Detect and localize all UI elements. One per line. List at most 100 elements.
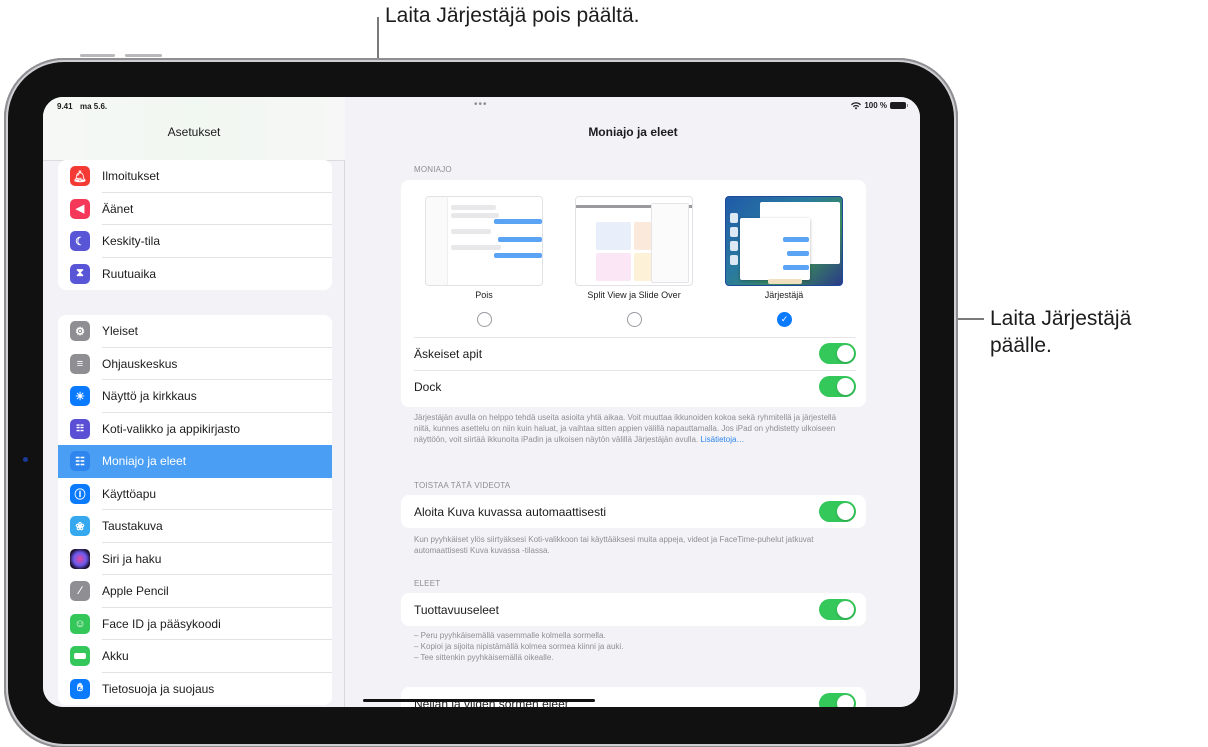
option-off-label: Pois [475,290,493,300]
toggle-row-dock: Dock [401,370,866,403]
multitasking-dots-button[interactable]: ••• [474,99,488,110]
gesture-hint: – Tee sittenkin pyyhkäisemällä oikealle. [414,653,554,662]
multitasking-footer: Järjestäjän avulla on helppo tehdä useit… [414,412,854,445]
sidebar-item-label: Face ID ja pääsykoodi [102,616,221,631]
status-time: 9.41 [57,102,73,111]
toggle-label: Tuottavuuseleet [414,603,499,617]
sidebar-item-screen-time[interactable]: ⧗ Ruutuaika [58,258,332,291]
sidebar-group-1: 🔔︎ Ilmoitukset ◀ Äänet ☾ Keskity-tila ⧗ … [58,160,332,290]
sidebar-item-label: Tietosuoja ja suojaus [102,681,215,696]
multitasking-footer-text: Järjestäjän avulla on helppo tehdä useit… [414,413,837,444]
sidebar-group-2: ⚙ Yleiset ≡ Ohjauskeskus ☀ Näyttö ja kir… [58,315,332,705]
section-header-video: TOISTAA TÄTÄ VIDEOTA [414,481,511,490]
sun-icon: ☀ [70,386,90,406]
gestures-footer: – Peru pyyhkäisemällä vasemmalle kolmell… [414,630,854,663]
sidebar-item-general[interactable]: ⚙ Yleiset [58,315,332,348]
flower-icon: ❀ [70,516,90,536]
productivity-gestures-toggle[interactable] [819,599,856,620]
sidebar-item-control-center[interactable]: ≡ Ohjauskeskus [58,348,332,380]
sidebar-item-label: Ohjauskeskus [102,356,178,371]
sidebar-item-label: Äänet [102,201,134,216]
learn-more-link[interactable]: Lisätietoja… [700,435,744,444]
thumbnail-stage-manager [725,196,843,286]
gestures-card: Tuottavuuseleet [401,593,866,626]
volume-down-button [125,54,162,57]
option-stage-manager-label: Järjestäjä [764,290,804,300]
battery-percent: 100 % [864,101,887,110]
sidebar-item-focus[interactable]: ☾ Keskity-tila [58,225,332,258]
four-five-finger-card: Neljän ja viiden sormen eleet [401,687,866,707]
sidebar-item-display[interactable]: ☀ Näyttö ja kirkkaus [58,380,332,413]
option-split-view-label: Split View ja Slide Over [587,290,681,300]
gesture-hint: – Peru pyyhkäisemällä vasemmalle kolmell… [414,631,606,640]
sidebar-item-sounds[interactable]: ◀ Äänet [58,193,332,225]
page-title: Moniajo ja eleet [588,125,678,139]
wifi-icon [851,101,862,109]
siri-icon [70,548,90,569]
home-indicator[interactable] [363,699,595,702]
section-header-gestures: ELEET [414,579,441,588]
pencil-icon: ∕ [70,581,90,601]
toggle-label: Dock [414,380,442,394]
sidebar-item-apple-pencil[interactable]: ∕ Apple Pencil [58,575,332,608]
sidebar-item-label: Koti-valikko ja appikirjasto [102,421,241,436]
option-off-radio[interactable] [477,312,492,327]
sidebar-item-label: Näyttö ja kirkkaus [102,389,197,403]
status-date: ma 5.6. [80,102,108,111]
pip-toggle[interactable] [819,501,856,522]
sidebar-item-label: Siri ja haku [102,551,162,566]
gesture-hint: – Kopioi ja sijoita nipistämällä kolmea … [414,642,624,651]
sidebar-item-face-id[interactable]: ☺ Face ID ja pääsykoodi [58,608,332,640]
toggle-row-pip: Aloita Kuva kuvassa automaattisesti [401,495,866,528]
sidebar-item-wallpaper[interactable]: ❀ Taustakuva [58,510,332,543]
toggle-row-productivity-gestures: Tuottavuuseleet [401,593,866,626]
sidebar-item-label: Apple Pencil [102,584,169,598]
toggle-row-recent-apps: Äskeiset apit [401,337,866,370]
sidebar-item-notifications[interactable]: 🔔︎ Ilmoitukset [58,160,332,193]
front-camera [23,457,28,462]
sidebar-item-label: Moniajo ja eleet [102,454,187,468]
sidebar-item-home-screen[interactable]: ☷ Koti-valikko ja appikirjasto [58,413,332,446]
sidebar-item-label: Keskity-tila [102,234,161,248]
dock-toggle[interactable] [819,376,856,397]
app-grid-icon: ☷ [70,418,90,439]
callout-turn-off: Laita Järjestäjä pois päältä. [385,4,640,27]
toggle-label: Äskeiset apit [414,347,483,361]
sidebar-item-label: Ruutuaika [102,266,157,281]
option-stage-manager-radio[interactable]: ✓ [777,312,792,327]
sidebar-item-battery[interactable]: Akku [58,640,332,673]
speaker-icon: ◀ [70,198,90,219]
divider [414,337,856,338]
detail-pane: ••• 100 % Moniajo ja eleet MONIAJO Pois … [346,97,920,707]
sidebar-item-label: Käyttöapu [102,486,157,501]
hourglass-icon: ⧗ [70,263,90,284]
sidebar-header: 9.41 ma 5.6. Asetukset [43,97,345,161]
faceid-icon: ☺ [70,613,90,634]
callout-turn-on-line1: Laita Järjestäjä [990,307,1132,330]
switches-icon: ≡ [70,353,90,374]
ipad-screen: 9.41 ma 5.6. Asetukset 🔔︎ Ilmoitukset ◀ … [43,97,920,707]
sidebar-item-privacy[interactable]: ✋︎ Tietosuoja ja suojaus [58,673,332,706]
four-five-finger-toggle[interactable] [819,693,856,707]
sidebar-item-accessibility[interactable]: Ⓘ Käyttöapu [58,478,332,510]
sidebar-item-label: Taustakuva [102,519,163,533]
toggle-label: Aloita Kuva kuvassa automaattisesti [414,505,607,519]
thumbnail-off [425,196,543,286]
sidebar-item-label: Akku [102,649,129,663]
video-footer: Kun pyyhkäiset ylös siirtyäksesi Koti-va… [414,535,814,555]
option-split-view-radio[interactable] [627,312,642,327]
thumbnail-split-view [575,196,693,286]
sidebar-item-siri[interactable]: Siri ja haku [58,543,332,575]
battery-icon [70,646,90,666]
toggle-row-four-five-finger: Neljän ja viiden sormen eleet [401,687,866,707]
accessibility-icon: Ⓘ [70,483,90,504]
battery-status-icon [890,102,908,109]
sidebar-item-multitasking[interactable]: ☷ Moniajo ja eleet [58,445,332,478]
multitasking-card: Pois Split View ja Slide Over Järjestäjä… [401,180,866,407]
video-card: Aloita Kuva kuvassa automaattisesti [401,495,866,528]
hand-icon: ✋︎ [70,678,90,699]
recent-apps-toggle[interactable] [819,343,856,364]
settings-sidebar: 9.41 ma 5.6. Asetukset 🔔︎ Ilmoitukset ◀ … [43,97,345,707]
sidebar-title: Asetukset [167,125,221,139]
section-header-multitasking: MONIAJO [414,165,452,174]
